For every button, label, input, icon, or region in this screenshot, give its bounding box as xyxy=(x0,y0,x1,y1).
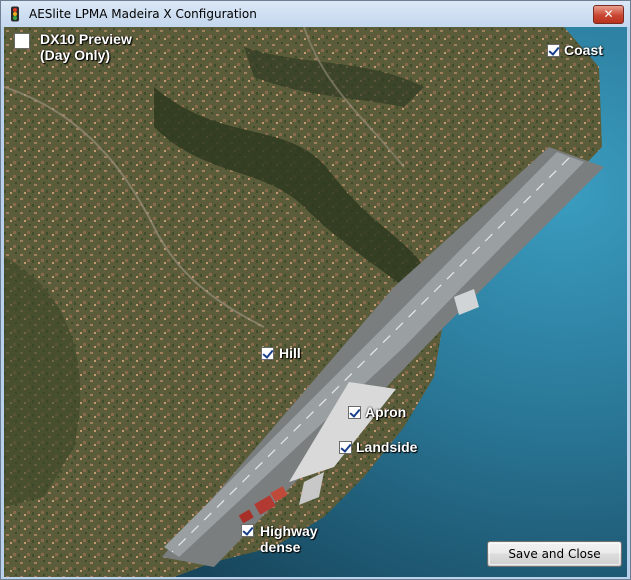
hill-checkbox[interactable] xyxy=(261,347,274,360)
highway-dense-label[interactable]: Highway dense xyxy=(260,523,318,555)
apron-label[interactable]: Apron xyxy=(365,404,406,420)
landside-label[interactable]: Landside xyxy=(356,439,417,455)
landside-checkbox[interactable] xyxy=(339,441,352,454)
window-title: AESlite LPMA Madeira X Configuration xyxy=(29,7,257,21)
dx10-preview-label[interactable]: DX10 Preview (Day Only) xyxy=(40,31,132,63)
config-window: AESlite LPMA Madeira X Configuration ✕ D… xyxy=(0,0,631,580)
dx10-preview-label-line1: DX10 Preview xyxy=(40,31,132,47)
highway-dense-label-line2: dense xyxy=(260,539,301,555)
title-bar[interactable]: AESlite LPMA Madeira X Configuration ✕ xyxy=(1,1,630,27)
close-button[interactable]: ✕ xyxy=(593,5,624,24)
save-and-close-button[interactable]: Save and Close xyxy=(487,541,622,567)
dx10-preview-label-line2: (Day Only) xyxy=(40,47,111,63)
traffic-light-icon xyxy=(11,6,19,22)
airport-satellite-map xyxy=(4,27,627,577)
client-area: DX10 Preview (Day Only) Coast Hill Apron… xyxy=(4,27,627,577)
hill-label[interactable]: Hill xyxy=(279,345,301,361)
highway-dense-checkbox[interactable] xyxy=(241,524,254,537)
save-button-highlight xyxy=(489,543,620,565)
coast-label[interactable]: Coast xyxy=(564,42,603,58)
coast-checkbox[interactable] xyxy=(547,44,560,57)
highway-dense-label-line1: Highway xyxy=(260,523,318,539)
apron-checkbox[interactable] xyxy=(348,406,361,419)
dx10-preview-checkbox[interactable] xyxy=(14,33,30,49)
close-icon: ✕ xyxy=(603,7,614,21)
